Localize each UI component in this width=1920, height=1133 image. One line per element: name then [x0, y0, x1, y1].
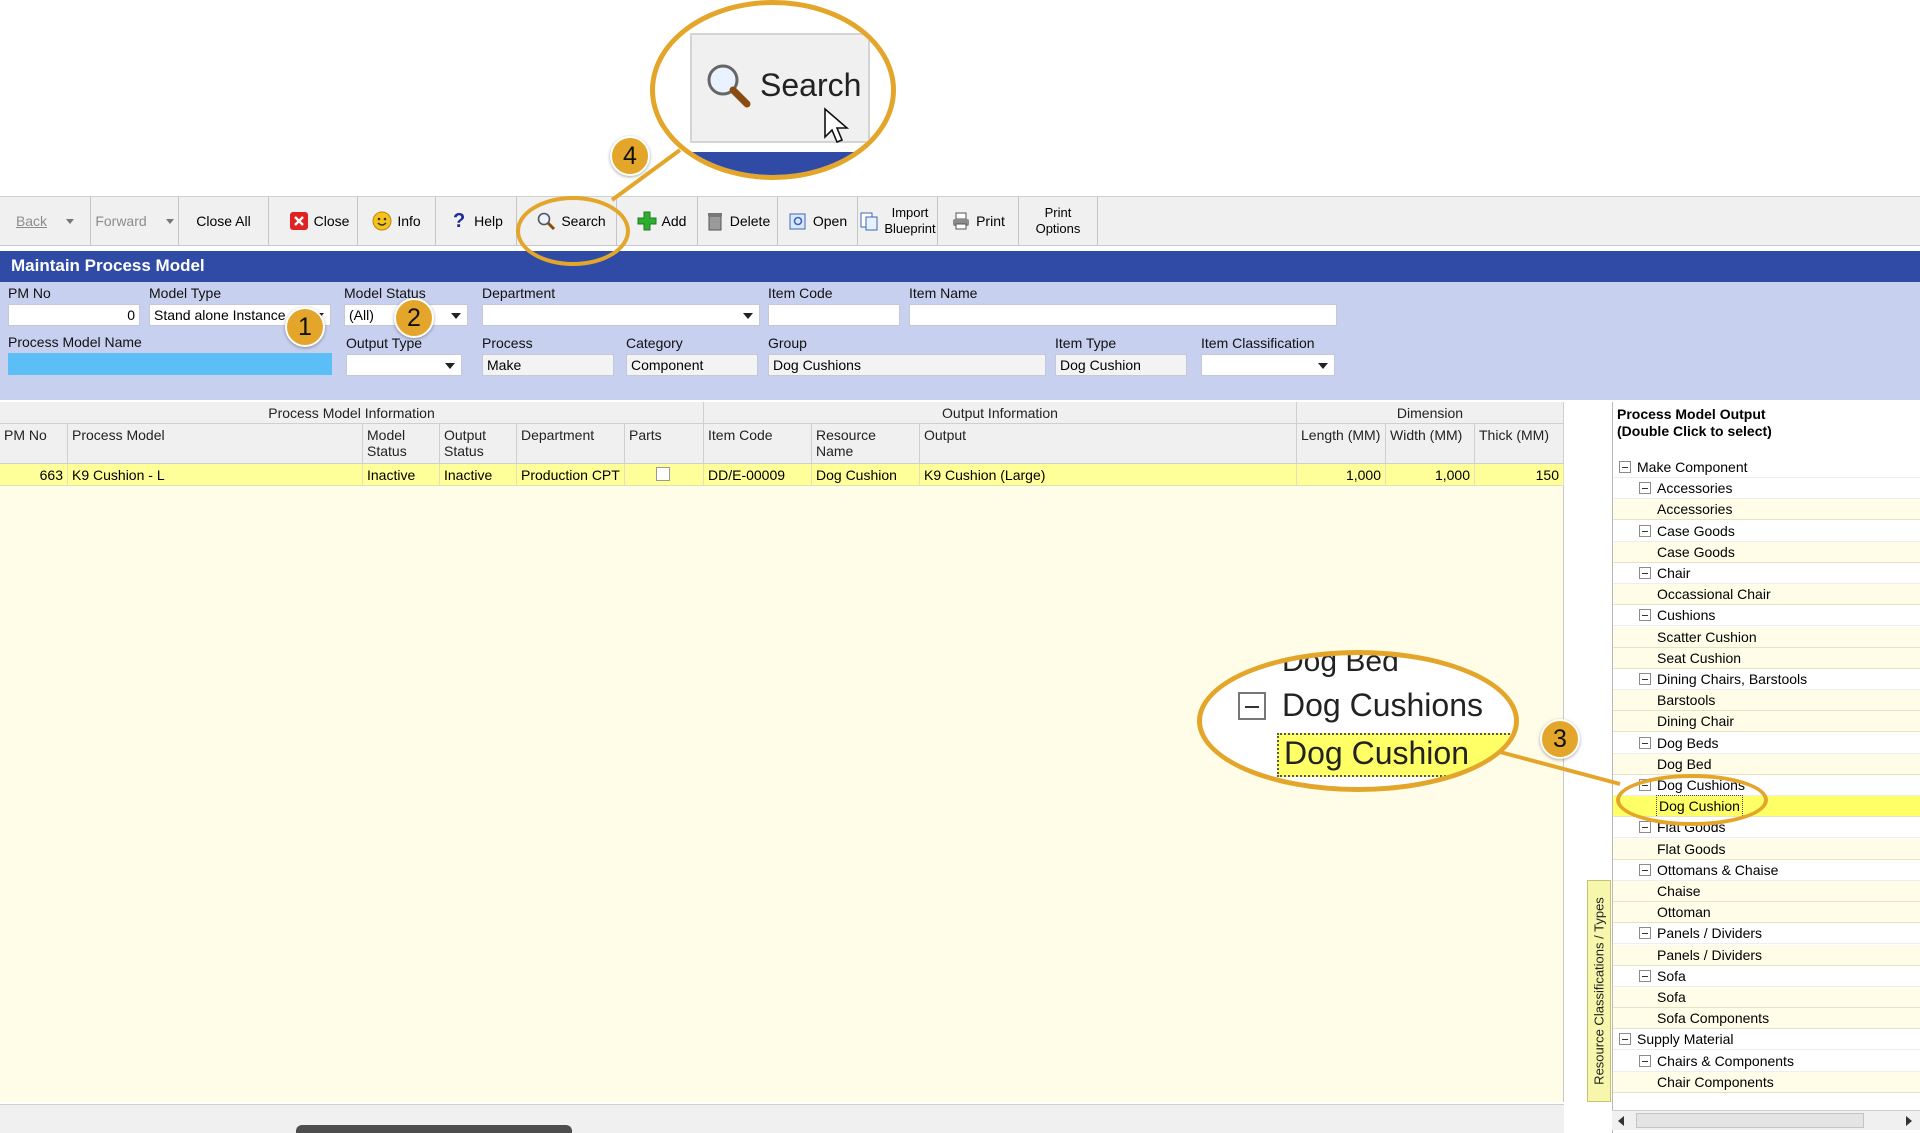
step-badge-2: 2 — [394, 298, 434, 338]
callout-connectors — [610, 148, 1621, 786]
search-button-highlight-ring — [516, 196, 630, 266]
step-badge-3: 3 — [1540, 719, 1580, 759]
step-badge-4: 4 — [610, 136, 650, 176]
step-badge-1: 1 — [285, 307, 325, 347]
dog-cushion-highlight-ring — [1616, 774, 1768, 826]
